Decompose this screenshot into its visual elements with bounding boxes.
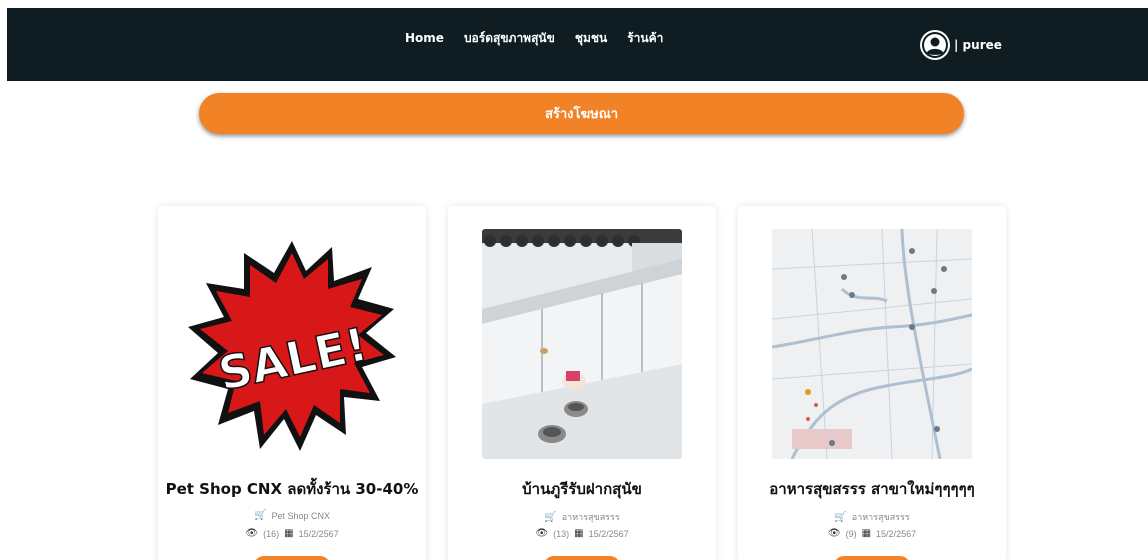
ad-detail-button[interactable] [834, 556, 910, 560]
ad-meta: 👁 (16) ▦ 15/2/2567 [158, 528, 426, 539]
calendar-icon: ▦ [284, 528, 294, 539]
ad-views: (9) [845, 528, 857, 539]
ad-meta: 👁 (9) ▦ 15/2/2567 [738, 528, 1006, 539]
ad-meta: 👁 (13) ▦ 15/2/2567 [448, 528, 716, 539]
ad-detail-button[interactable] [254, 556, 330, 560]
ad-shop: 🛒 อาหารสุขสรรร [738, 510, 1006, 524]
ad-title[interactable]: บ้านภูรีรับฝากสุนัข [448, 477, 716, 501]
create-ad-button[interactable]: สร้างโฆษณา [199, 93, 964, 134]
navbar: Home บอร์ดสุขภาพสุนัข ชุมชน ร้านค้า | pu… [7, 8, 1148, 81]
nav-community[interactable]: ชุมชน [575, 30, 607, 46]
ad-card[interactable]: SALE! Pet Shop CNX ลดทั้งร้าน 30-40% 🛒 P… [158, 206, 426, 560]
ad-card[interactable]: อาหารสุขสรรร สาขาใหม่ๆๆๆๆๆ 🛒 อาหารสุขสรร… [738, 206, 1006, 560]
ad-shop: 🛒 Pet Shop CNX [158, 510, 426, 521]
user-name: | puree [954, 38, 1002, 52]
main-nav: Home บอร์ดสุขภาพสุนัข ชุมชน ร้านค้า [405, 30, 683, 46]
calendar-icon: ▦ [861, 528, 872, 539]
ad-shop-name: อาหารสุขสรรร [851, 512, 910, 522]
calendar-icon: ▦ [574, 528, 584, 539]
ad-views: (16) [263, 528, 280, 539]
ad-views: (13) [553, 528, 570, 539]
eye-icon: 👁 [827, 528, 841, 539]
ad-image-kennel[interactable] [482, 229, 682, 459]
eye-icon: 👁 [245, 528, 259, 539]
nav-shop[interactable]: ร้านค้า [627, 30, 663, 46]
ad-date: 15/2/2567 [298, 528, 339, 539]
ad-title[interactable]: Pet Shop CNX ลดทั้งร้าน 30-40% [158, 477, 426, 501]
ad-card[interactable]: บ้านภูรีรับฝากสุนัข 🛒 อาหารสุขสรรร 👁 (13… [448, 206, 716, 560]
cart-icon: 🛒 [544, 511, 557, 523]
ad-date: 15/2/2567 [588, 528, 629, 539]
ad-shop-name: Pet Shop CNX [271, 510, 330, 521]
ad-image-map[interactable] [772, 229, 972, 459]
user-avatar-icon[interactable] [920, 30, 950, 60]
cart-icon: 🛒 [834, 511, 847, 523]
cart-icon: 🛒 [254, 510, 267, 521]
ad-title[interactable]: อาหารสุขสรรร สาขาใหม่ๆๆๆๆๆ [738, 477, 1006, 501]
user-menu[interactable]: | puree [920, 30, 1002, 60]
ad-shop-name: อาหารสุขสรรร [561, 512, 620, 522]
ad-detail-button[interactable] [544, 556, 620, 560]
eye-icon: 👁 [535, 528, 549, 539]
nav-dog-health-board[interactable]: บอร์ดสุขภาพสุนัข [464, 30, 555, 46]
nav-home[interactable]: Home [405, 30, 444, 46]
ad-image-sale[interactable]: SALE! [182, 229, 402, 459]
ad-date: 15/2/2567 [876, 528, 917, 539]
ad-shop: 🛒 อาหารสุขสรรร [448, 510, 716, 524]
